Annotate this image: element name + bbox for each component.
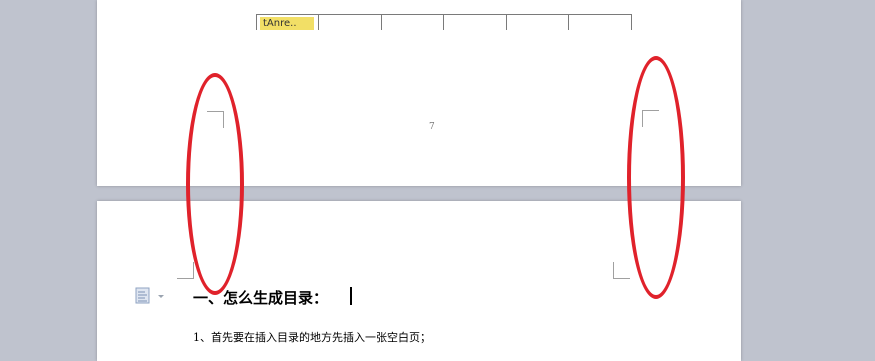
table-column-divider [568, 14, 569, 30]
paste-options-button[interactable] [135, 287, 169, 305]
margin-corner-mark [613, 262, 630, 279]
table-column-divider [381, 14, 382, 30]
annotation-ellipse-left [186, 73, 244, 295]
table-column-divider [443, 14, 444, 30]
table-column-divider [318, 14, 319, 30]
table-border [256, 14, 632, 15]
paragraph-text[interactable]: 1、首先要在插入目录的地方先插入一张空白页； [193, 329, 431, 345]
table-bottom-edge: tAnre.. [256, 14, 632, 30]
table-column-divider [631, 14, 632, 30]
text-cursor [350, 287, 352, 305]
paste-options-icon [135, 287, 164, 304]
table-column-divider [506, 14, 507, 30]
table-column-divider [256, 14, 257, 30]
page-number: 7 [429, 122, 435, 132]
annotation-ellipse-right [627, 56, 685, 299]
highlighted-table-cell-text[interactable]: tAnre.. [260, 17, 314, 30]
chevron-down-icon [158, 295, 164, 298]
margin-corner-mark [177, 262, 194, 279]
